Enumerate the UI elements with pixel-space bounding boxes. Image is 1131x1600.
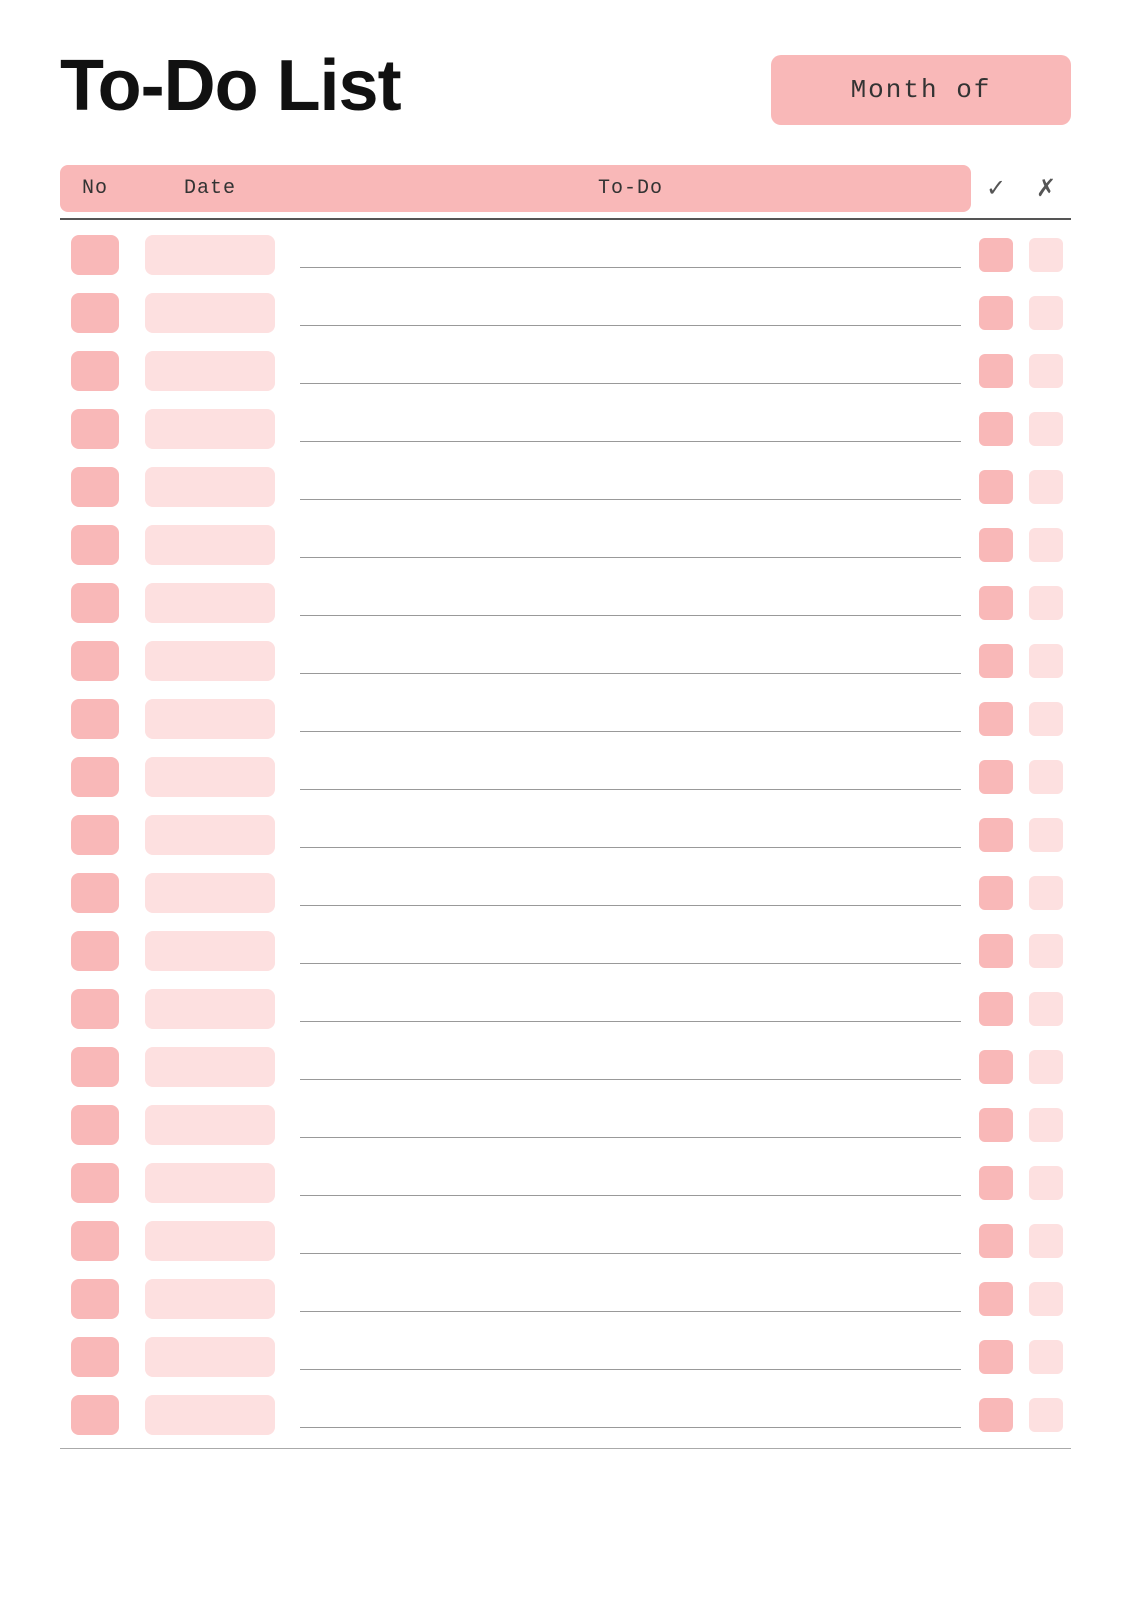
no-box[interactable] [71, 873, 119, 913]
page: To-Do List Month of No Date To-Do ✓ ✗ [0, 0, 1131, 1600]
table-row [60, 1212, 1071, 1270]
date-box[interactable] [145, 525, 275, 565]
no-box[interactable] [71, 815, 119, 855]
table-row [60, 1154, 1071, 1212]
no-box[interactable] [71, 1105, 119, 1145]
date-box[interactable] [145, 467, 275, 507]
table-row [60, 748, 1071, 806]
date-box[interactable] [145, 815, 275, 855]
date-box[interactable] [145, 293, 275, 333]
col-header-date: Date [130, 165, 290, 212]
month-box[interactable]: Month of [771, 55, 1071, 125]
table-row [60, 1328, 1071, 1386]
no-box[interactable] [71, 293, 119, 333]
table-row [60, 1038, 1071, 1096]
no-box[interactable] [71, 467, 119, 507]
no-box[interactable] [71, 1337, 119, 1377]
cell-todo[interactable] [290, 238, 971, 272]
date-box[interactable] [145, 757, 275, 797]
no-box[interactable] [71, 1395, 119, 1435]
no-box[interactable] [71, 1221, 119, 1261]
no-box[interactable] [71, 989, 119, 1029]
check-icon: ✓ [986, 174, 1006, 203]
no-box[interactable] [71, 1279, 119, 1319]
cell-date [130, 235, 290, 275]
month-label: Month of [851, 75, 992, 105]
no-box[interactable] [71, 235, 119, 275]
no-box[interactable] [71, 931, 119, 971]
todo-table: No Date To-Do ✓ ✗ [60, 165, 1071, 1449]
table-row [60, 400, 1071, 458]
page-title: To-Do List [60, 50, 401, 122]
no-box[interactable] [71, 699, 119, 739]
no-box[interactable] [71, 351, 119, 391]
table-row [60, 690, 1071, 748]
table-row [60, 864, 1071, 922]
cross-icon: ✗ [1036, 174, 1056, 203]
date-box[interactable] [145, 641, 275, 681]
date-box[interactable] [145, 1337, 275, 1377]
no-box[interactable] [71, 1163, 119, 1203]
no-box[interactable] [71, 583, 119, 623]
date-box[interactable] [145, 931, 275, 971]
table-row [60, 342, 1071, 400]
date-box[interactable] [145, 1279, 275, 1319]
table-row [60, 922, 1071, 980]
date-box[interactable] [145, 989, 275, 1029]
table-row [60, 806, 1071, 864]
table-row [60, 226, 1071, 284]
table-row [60, 632, 1071, 690]
table-body [60, 226, 1071, 1444]
col-header-todo: To-Do [290, 165, 971, 212]
table-row [60, 1386, 1071, 1444]
no-box[interactable] [71, 525, 119, 565]
table-row [60, 458, 1071, 516]
date-box[interactable] [145, 1105, 275, 1145]
no-box[interactable] [71, 641, 119, 681]
no-box[interactable] [71, 757, 119, 797]
header-divider [60, 218, 1071, 220]
table-row [60, 980, 1071, 1038]
date-box[interactable] [145, 409, 275, 449]
check-box[interactable] [979, 238, 1013, 272]
no-box[interactable] [71, 1047, 119, 1087]
cell-check[interactable] [971, 238, 1021, 272]
cell-no [60, 235, 130, 275]
header: To-Do List Month of [60, 50, 1071, 125]
date-box[interactable] [145, 1047, 275, 1087]
table-row [60, 284, 1071, 342]
table-row [60, 1096, 1071, 1154]
table-row [60, 516, 1071, 574]
bottom-divider [60, 1448, 1071, 1449]
table-header-row: No Date To-Do ✓ ✗ [60, 165, 1071, 212]
date-box[interactable] [145, 1163, 275, 1203]
date-box[interactable] [145, 699, 275, 739]
cell-cross[interactable] [1021, 238, 1071, 272]
date-box[interactable] [145, 1395, 275, 1435]
date-box[interactable] [145, 1221, 275, 1261]
date-box[interactable] [145, 873, 275, 913]
date-box[interactable] [145, 351, 275, 391]
cross-box[interactable] [1029, 238, 1063, 272]
date-box[interactable] [145, 235, 275, 275]
col-header-no: No [60, 165, 130, 212]
no-box[interactable] [71, 409, 119, 449]
table-row [60, 574, 1071, 632]
date-box[interactable] [145, 583, 275, 623]
table-row [60, 1270, 1071, 1328]
